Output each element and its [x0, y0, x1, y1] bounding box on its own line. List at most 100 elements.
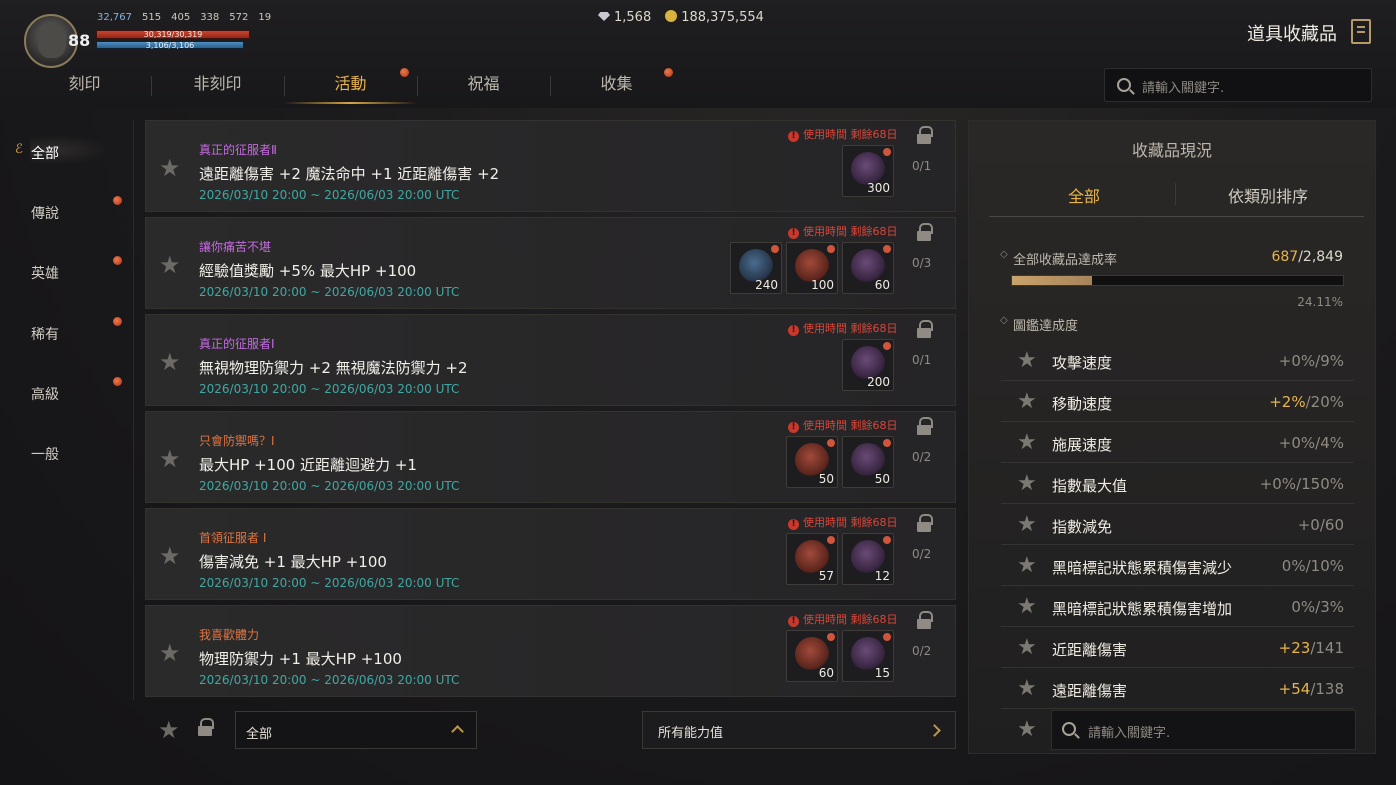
collection-progress: 0/2: [912, 644, 932, 658]
stat-label: 施展速度: [1052, 436, 1113, 454]
collection-card[interactable]: ★ 只會防禦嗎？Ⅰ 最大HP +100 近距離迴避力 +1 2026/03/10…: [145, 411, 956, 503]
favorite-star-icon[interactable]: ★: [159, 445, 181, 473]
favorite-star-icon[interactable]: ★: [1017, 430, 1037, 455]
tab-all[interactable]: 全部: [1068, 183, 1100, 207]
material-item[interactable]: 100: [786, 242, 838, 294]
sidebar-item-all[interactable]: 全部: [31, 143, 59, 163]
stat-filter-button[interactable]: 所有能力值: [642, 711, 956, 749]
material-item[interactable]: 240: [730, 242, 782, 294]
favorite-star-icon[interactable]: ★: [1017, 594, 1037, 619]
collection-card[interactable]: ★ 讓你痛苦不堪 經驗值獎勵 +5% 最大HP +100 2026/03/10 …: [145, 217, 956, 309]
collection-card[interactable]: ★ 真正的征服者Ⅰ 無視物理防禦力 +2 無視魔法防禦力 +2 2026/03/…: [145, 314, 956, 406]
stat-3: 405: [171, 12, 191, 23]
material-slots: 60 15: [786, 630, 894, 682]
tab-event[interactable]: 活動: [284, 66, 417, 106]
favorite-star-icon[interactable]: ★: [1017, 635, 1037, 660]
lock-icon[interactable]: [916, 320, 933, 338]
favorite-star-icon[interactable]: ★: [1017, 471, 1037, 496]
lock-icon[interactable]: [916, 611, 933, 629]
tab-non-engrave[interactable]: 非刻印: [151, 66, 284, 106]
material-item[interactable]: 60: [842, 242, 894, 294]
stat-row[interactable]: ★ 黑暗標記狀態累積傷害增加 0%/3%: [1001, 587, 1354, 627]
expiry-warning: ! 使用時間 剩餘68日: [788, 611, 898, 627]
collection-card[interactable]: ★ 我喜歡體力 物理防禦力 +1 最大HP +100 2026/03/10 20…: [145, 605, 956, 697]
stat-row[interactable]: ★ 施展速度 +0%/4%: [1001, 423, 1354, 463]
material-item[interactable]: 15: [842, 630, 894, 682]
collection-status-panel: 收藏品現況 全部 依類別排序 全部收藏品達成率 687/2,849 24.11%…: [968, 120, 1376, 754]
lock-filter-icon[interactable]: [197, 718, 214, 736]
tab-engrave[interactable]: 刻印: [18, 66, 151, 106]
stat-row[interactable]: ★ 移動速度 +2%/20%: [1001, 382, 1354, 422]
stat-current: +0: [1297, 516, 1320, 534]
material-item[interactable]: 12: [842, 533, 894, 585]
stat-row[interactable]: ★ 近距離傷害 +23/141: [1001, 628, 1354, 668]
collection-book-icon[interactable]: [1351, 19, 1371, 44]
collection-card[interactable]: ★ 真正的征服者Ⅱ 遠距離傷害 +2 魔法命中 +1 近距離傷害 +2 2026…: [145, 120, 956, 212]
panel-search-input[interactable]: 請輸入關鍵字.: [1051, 710, 1356, 750]
collection-period: 2026/03/10 20:00 ~ 2026/06/03 20:00 UTC: [199, 479, 460, 493]
collection-name: 我喜歡體力: [199, 628, 260, 642]
stat-row[interactable]: ★ 指數最大值 +0%/150%: [1001, 464, 1354, 504]
grade-select[interactable]: 全部: [235, 711, 477, 749]
favorite-star-icon[interactable]: ★: [159, 348, 181, 376]
collection-card[interactable]: ★ 首領征服者 Ⅰ 傷害減免 +1 最大HP +100 2026/03/10 2…: [145, 508, 956, 600]
stat-row[interactable]: ★ 指數減免 +0/60: [1001, 505, 1354, 545]
notification-dot: [113, 256, 122, 265]
material-count: 300: [867, 181, 890, 195]
rate-total: /2,849: [1298, 249, 1343, 265]
tab-label: 收集: [600, 74, 633, 93]
sidebar-item-rare[interactable]: 稀有: [31, 324, 59, 344]
sidebar-item-hero[interactable]: 英雄: [31, 263, 59, 283]
favorite-star-icon[interactable]: ★: [1017, 676, 1037, 701]
sidebar-item-advanced[interactable]: 高級: [31, 384, 59, 404]
lock-icon[interactable]: [916, 514, 933, 532]
material-item[interactable]: 50: [842, 436, 894, 488]
favorite-star-icon[interactable]: ★: [1017, 717, 1037, 742]
stat-value: +0%/4%: [1279, 434, 1344, 452]
lock-icon[interactable]: [916, 223, 933, 241]
material-item[interactable]: 200: [842, 339, 894, 391]
material-count: 240: [755, 278, 778, 292]
collection-effect: 物理防禦力 +1 最大HP +100: [199, 650, 402, 668]
lock-icon[interactable]: [916, 126, 933, 144]
material-item[interactable]: 60: [786, 630, 838, 682]
lock-icon[interactable]: [916, 417, 933, 435]
favorite-star-icon[interactable]: ★: [1017, 553, 1037, 578]
stat-row[interactable]: ★ 遠距離傷害 +54/138: [1001, 669, 1354, 709]
favorite-star-icon[interactable]: ★: [1017, 389, 1037, 414]
favorite-star-icon[interactable]: ★: [159, 251, 181, 279]
collection-progress: 0/1: [912, 159, 932, 173]
material-count: 15: [874, 666, 890, 680]
favorite-star-icon[interactable]: ★: [1017, 512, 1037, 537]
stat-row[interactable]: ★ 攻擊速度 +0%/9%: [1001, 341, 1354, 381]
alert-icon: !: [788, 422, 799, 433]
search-input[interactable]: 請輸入關鍵字.: [1104, 68, 1372, 102]
favorite-star-icon[interactable]: ★: [159, 639, 181, 667]
tab-label: 祝福: [467, 74, 500, 93]
player-level: 88: [68, 31, 91, 50]
expiry-warning: ! 使用時間 剩餘68日: [788, 417, 898, 433]
favorite-filter-star-icon[interactable]: ★: [158, 716, 180, 744]
tab-label: 非刻印: [193, 74, 242, 93]
notification-dot: [771, 245, 779, 253]
notification-dot: [113, 377, 122, 386]
alert-icon: !: [788, 228, 799, 239]
material-count: 50: [818, 472, 834, 486]
stat-row[interactable]: ★ 黑暗標記狀態累積傷害減少 0%/10%: [1001, 546, 1354, 586]
expiry-text: 使用時間 剩餘68日: [803, 419, 898, 432]
sidebar-item-common[interactable]: 一般: [31, 444, 59, 464]
tab-collect[interactable]: 收集: [550, 66, 683, 106]
material-item[interactable]: 300: [842, 145, 894, 197]
gold-count: 188,375,554: [665, 10, 764, 25]
material-item[interactable]: 57: [786, 533, 838, 585]
sidebar-item-legend[interactable]: 傳說: [31, 203, 59, 223]
stat-value: +23/141: [1279, 639, 1344, 657]
expiry-warning: ! 使用時間 剩餘68日: [788, 126, 898, 142]
favorite-star-icon[interactable]: ★: [159, 542, 181, 570]
favorite-star-icon[interactable]: ★: [1017, 348, 1037, 373]
favorite-star-icon[interactable]: ★: [159, 154, 181, 182]
material-item[interactable]: 50: [786, 436, 838, 488]
tab-blessing[interactable]: 祝福: [417, 66, 550, 106]
tab-sort-by-category[interactable]: 依類別排序: [1228, 183, 1308, 207]
alert-icon: !: [788, 616, 799, 627]
